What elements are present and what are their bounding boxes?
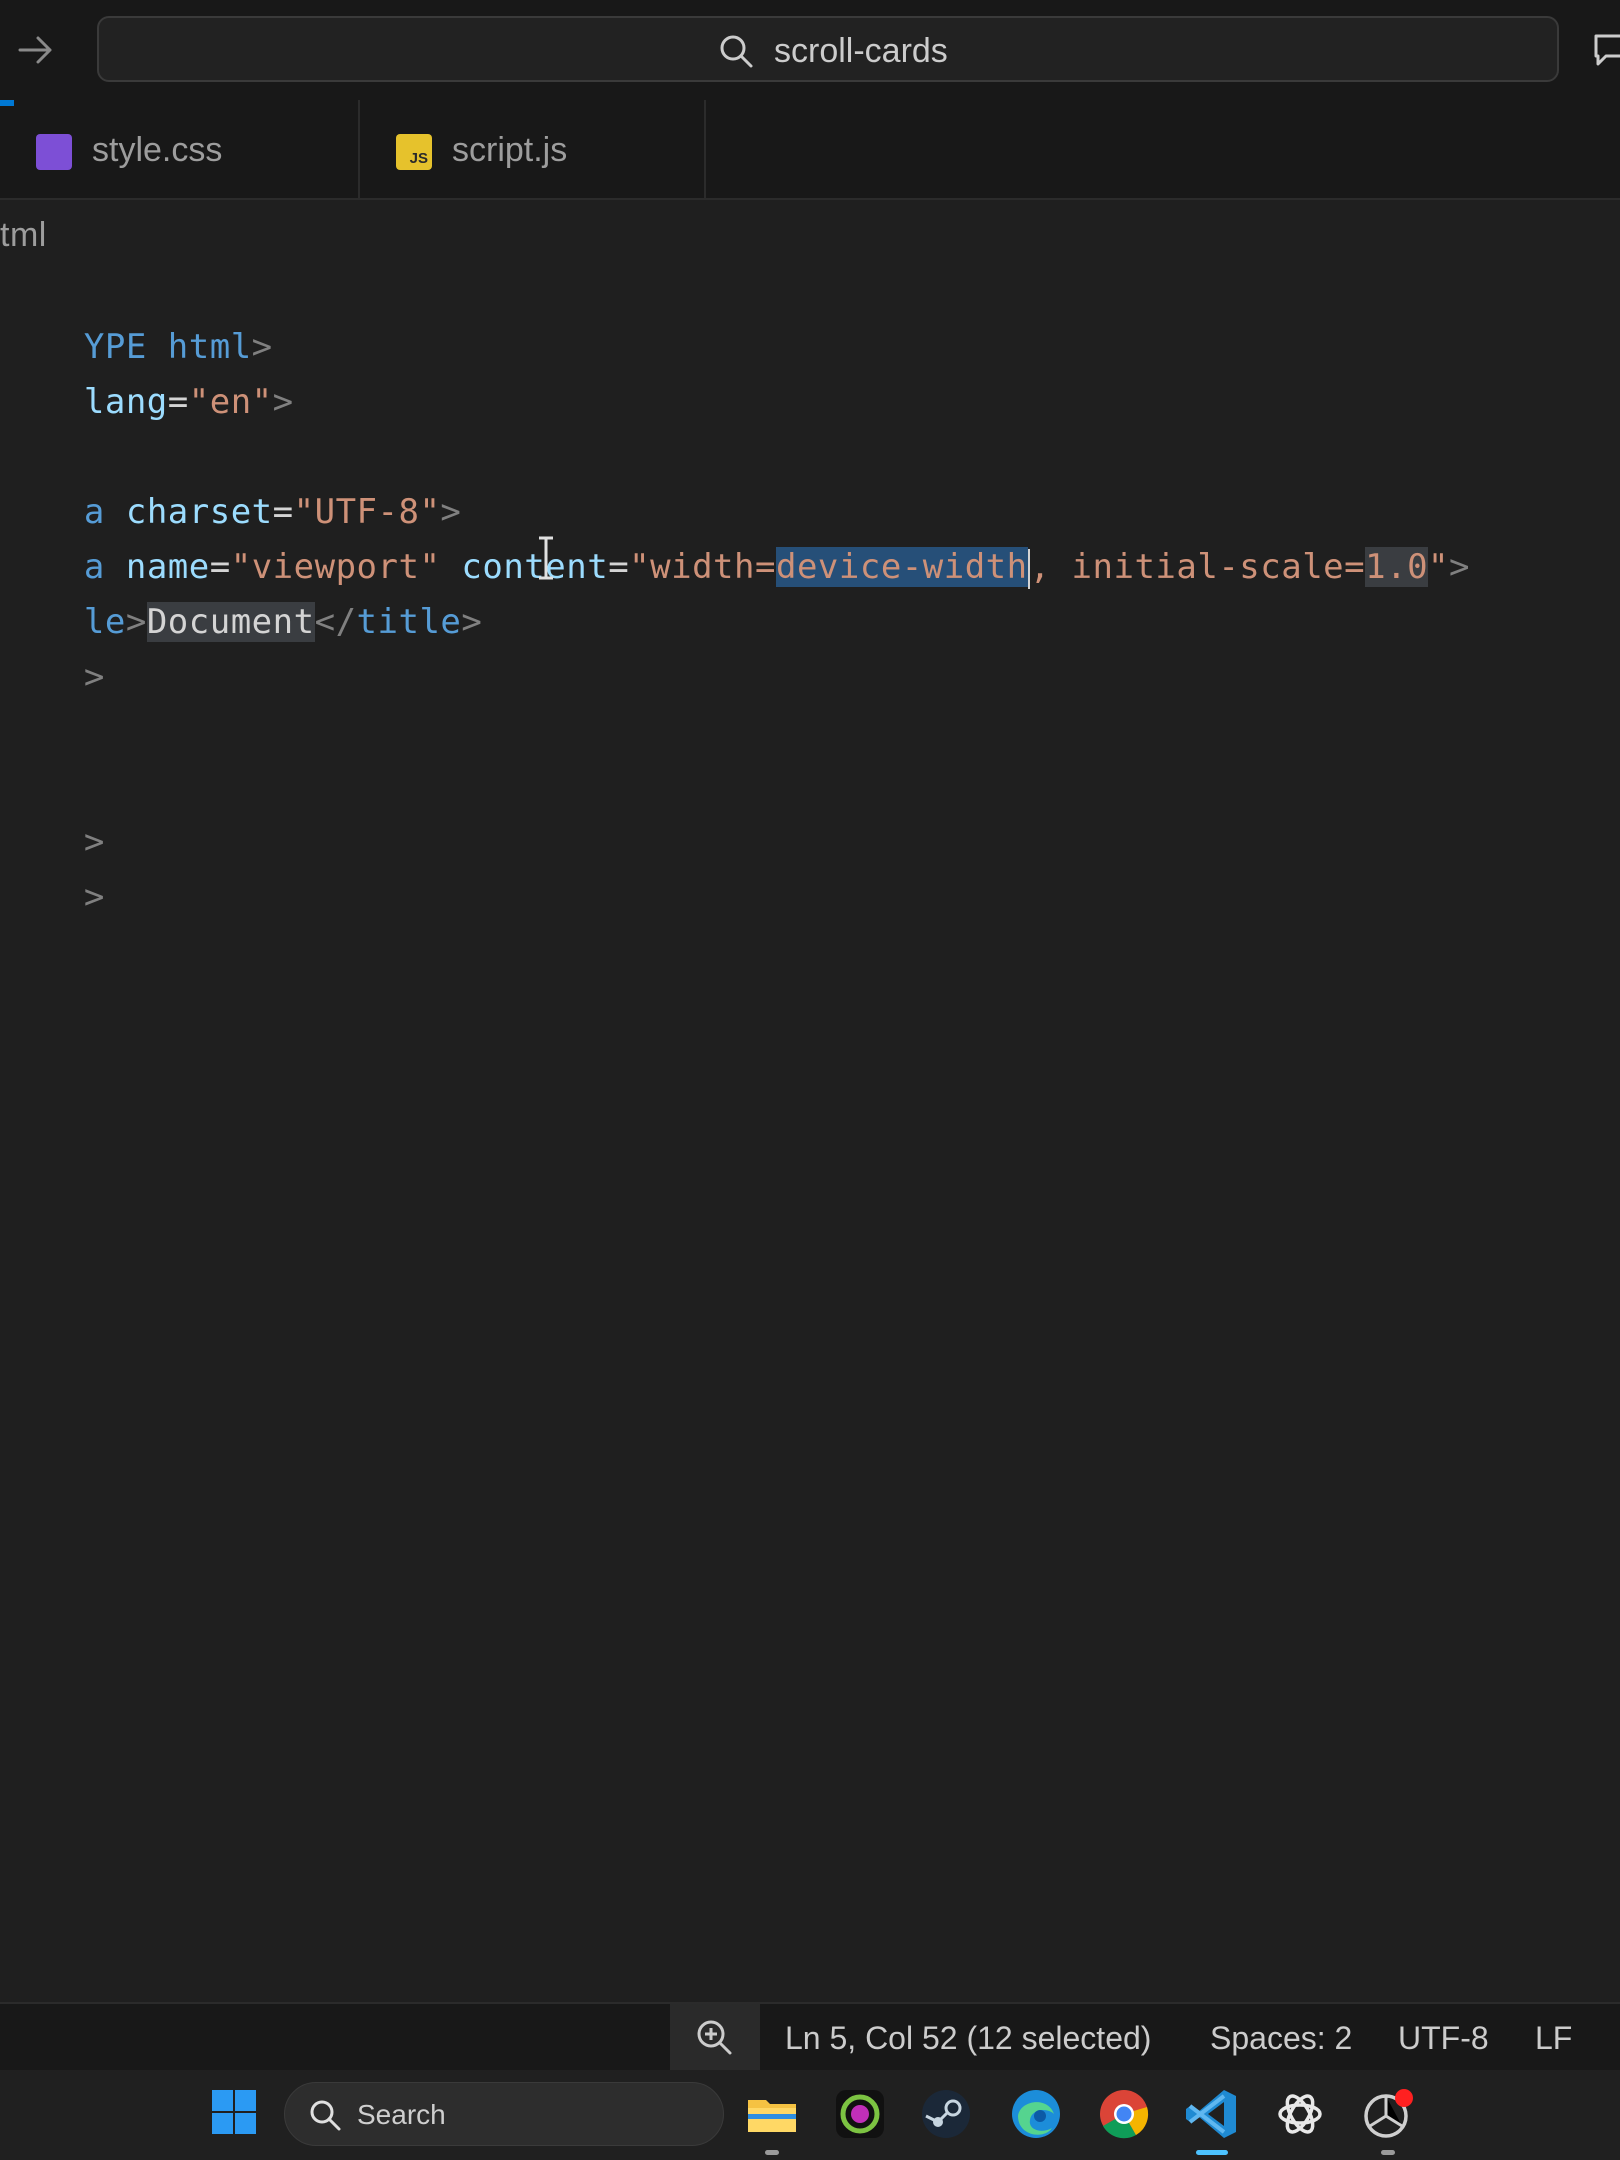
other-app-icon[interactable] <box>1360 2086 1416 2142</box>
code-token: "en" <box>188 382 273 422</box>
indentation-setting[interactable]: Spaces: 2 <box>1210 2018 1352 2058</box>
tab-label: style.css <box>92 131 223 169</box>
code-token: > <box>1449 547 1471 587</box>
chrome-icon[interactable] <box>1096 2086 1152 2142</box>
obs-icon[interactable] <box>832 2086 888 2142</box>
file-explorer-icon[interactable] <box>744 2086 800 2142</box>
running-indicator <box>1381 2150 1395 2155</box>
code-token: "width= <box>629 547 776 587</box>
cursor-position[interactable]: Ln 5, Col 52 (12 selected) <box>785 2018 1151 2058</box>
code-token: , initial-scale= <box>1029 547 1366 587</box>
chatgpt-icon[interactable] <box>1272 2086 1328 2142</box>
editor-tab-bar: style.css JS script.js <box>0 100 1620 200</box>
code-line: lang="en"> <box>0 318 294 422</box>
code-token: > <box>83 657 105 697</box>
code-line: > <box>0 758 105 862</box>
code-token: Document <box>146 602 315 642</box>
zoom-in-icon <box>697 2020 732 2055</box>
arrow-right-icon[interactable] <box>14 28 58 72</box>
status-bar: Ln 5, Col 52 (12 selected) Spaces: 2 UTF… <box>0 2002 1620 2072</box>
tab-label: script.js <box>452 131 568 169</box>
code-line: > <box>0 593 105 697</box>
js-file-icon: JS <box>396 134 432 170</box>
title-bar: scroll-cards <box>0 0 1620 100</box>
file-encoding[interactable]: UTF-8 <box>1398 2018 1489 2058</box>
edge-icon[interactable] <box>1008 2086 1064 2142</box>
notification-badge <box>1395 2089 1413 2107</box>
code-token: > <box>461 602 483 642</box>
windows-taskbar: Search <box>0 2070 1620 2160</box>
running-indicator <box>765 2150 779 2155</box>
search-icon <box>720 35 753 68</box>
code-token: " <box>1428 547 1450 587</box>
search-icon <box>310 2100 341 2131</box>
mouse-ibeam-cursor-icon <box>539 536 553 580</box>
windows-start-icon[interactable] <box>210 2088 258 2136</box>
code-token: = <box>608 547 630 587</box>
end-of-line[interactable]: LF <box>1535 2018 1572 2058</box>
tab-script-js[interactable]: JS script.js <box>360 100 706 200</box>
steam-icon[interactable] <box>918 2086 974 2142</box>
code-line: YPE html> <box>0 263 273 367</box>
selected-text: device-width <box>775 547 1028 587</box>
code-token: </ <box>314 602 357 642</box>
breadcrumb[interactable]: tml <box>0 207 47 263</box>
active-app-indicator <box>1196 2150 1228 2155</box>
code-line-current: a name="viewport" content="width=device-… <box>0 483 1470 589</box>
code-editor[interactable]: tml YPE html> lang="en"> a charset="UTF-… <box>0 200 1620 2000</box>
vscode-icon[interactable] <box>1184 2086 1240 2142</box>
code-token: title <box>356 602 462 642</box>
tab-style-css[interactable]: style.css <box>0 100 360 200</box>
selection-highlight: 1.0 <box>1365 547 1429 587</box>
zoom-button[interactable] <box>670 2004 760 2070</box>
code-line: a charset="UTF-8"> <box>0 428 461 532</box>
search-label: Search <box>357 2099 446 2130</box>
code-token: > <box>83 877 105 917</box>
code-token: > <box>272 382 294 422</box>
code-token: lang <box>83 382 168 422</box>
taskbar-search[interactable]: Search <box>284 2082 724 2146</box>
code-token: = <box>167 382 189 422</box>
code-line: le>Document</title> <box>0 538 482 642</box>
css-file-icon <box>36 134 72 170</box>
workspace-name: scroll-cards <box>774 32 948 70</box>
chat-icon[interactable] <box>1592 30 1620 70</box>
code-token: > <box>125 602 147 642</box>
code-line: > <box>0 813 105 917</box>
command-center-search[interactable]: scroll-cards <box>97 16 1559 82</box>
